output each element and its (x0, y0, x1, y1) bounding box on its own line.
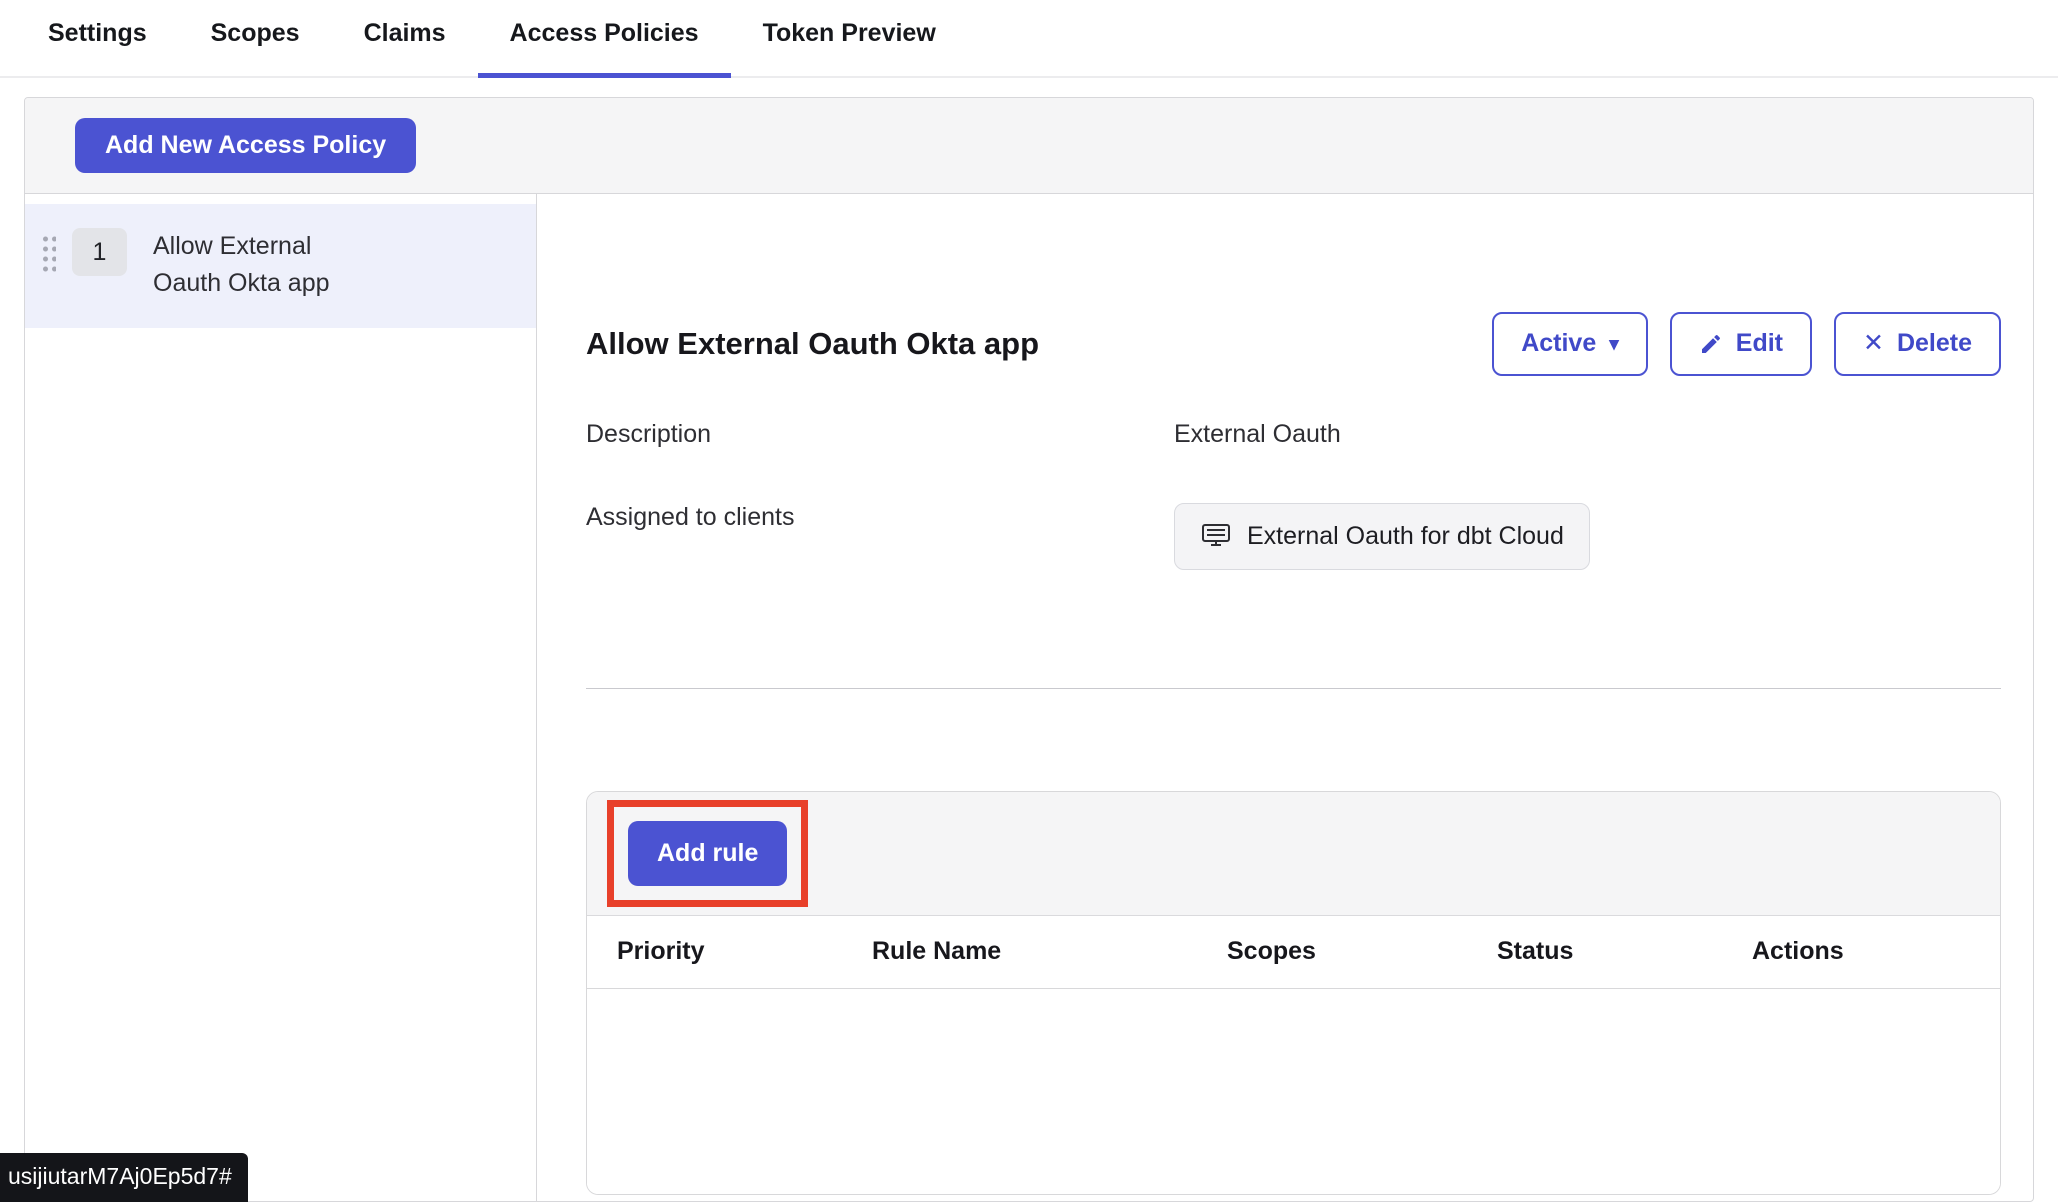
tab-settings[interactable]: Settings (16, 19, 179, 76)
policy-list-item[interactable]: 1 Allow External Oauth Okta app (25, 204, 536, 328)
pencil-icon (1699, 332, 1723, 356)
computer-icon (1200, 523, 1232, 549)
assigned-to-clients-label: Assigned to clients (586, 503, 1174, 532)
policy-actions: Active ▾ Edit ✕ Delete (1492, 312, 2001, 376)
client-chip[interactable]: External Oauth for dbt Cloud (1174, 503, 1590, 570)
access-policies-panel: Add New Access Policy 1 Allow External O… (24, 97, 2034, 1202)
tab-token-preview[interactable]: Token Preview (731, 19, 968, 76)
grip-dots-icon[interactable] (41, 234, 56, 276)
client-chip-label: External Oauth for dbt Cloud (1247, 522, 1564, 551)
edit-button-label: Edit (1736, 330, 1783, 358)
policy-detail-header: Allow External Oauth Okta app Active ▾ E… (586, 312, 2001, 376)
status-dropdown-button[interactable]: Active ▾ (1492, 312, 1648, 376)
rules-table-body (587, 989, 2000, 1194)
policy-name-label: Allow External Oauth Okta app (153, 228, 383, 302)
policy-priority-badge: 1 (72, 228, 127, 276)
rules-table-header: Priority Rule Name Scopes Status Actions (587, 916, 2000, 989)
add-rule-button[interactable]: Add rule (628, 821, 787, 886)
policy-meta: Description External Oauth Assigned to c… (586, 420, 2001, 570)
delete-button-label: Delete (1897, 330, 1972, 358)
policy-detail: Allow External Oauth Okta app Active ▾ E… (537, 194, 2033, 1202)
column-header-rule-name: Rule Name (872, 937, 1227, 966)
status-dropdown-label: Active (1521, 330, 1596, 358)
tab-bar: Settings Scopes Claims Access Policies T… (0, 0, 2058, 78)
column-header-scopes: Scopes (1227, 937, 1497, 966)
rules-card: Add rule Priority Rule Name Scopes Statu… (586, 791, 2001, 1195)
add-new-access-policy-button[interactable]: Add New Access Policy (75, 118, 416, 173)
tab-access-policies[interactable]: Access Policies (478, 19, 731, 76)
column-header-actions: Actions (1752, 937, 2000, 966)
section-divider (586, 688, 2001, 689)
annotation-highlight-box: Add rule (607, 800, 808, 907)
x-icon: ✕ (1863, 330, 1884, 358)
delete-policy-button[interactable]: ✕ Delete (1834, 312, 2001, 376)
tab-claims[interactable]: Claims (332, 19, 478, 76)
assigned-clients-cell: External Oauth for dbt Cloud (1174, 503, 2001, 570)
column-header-priority: Priority (617, 937, 872, 966)
tab-scopes[interactable]: Scopes (179, 19, 332, 76)
policy-list: 1 Allow External Oauth Okta app (25, 194, 537, 1202)
url-status-tooltip: usijiutarM7Aj0Ep5d7# (0, 1153, 248, 1202)
policy-title: Allow External Oauth Okta app (586, 326, 1039, 362)
description-label: Description (586, 420, 1174, 449)
description-value: External Oauth (1174, 420, 2001, 449)
rules-toolbar: Add rule (587, 792, 2000, 916)
edit-policy-button[interactable]: Edit (1670, 312, 1812, 376)
column-header-status: Status (1497, 937, 1752, 966)
panel-body: 1 Allow External Oauth Okta app Allow Ex… (25, 194, 2033, 1202)
panel-header: Add New Access Policy (25, 98, 2033, 194)
caret-down-icon: ▾ (1609, 335, 1619, 356)
